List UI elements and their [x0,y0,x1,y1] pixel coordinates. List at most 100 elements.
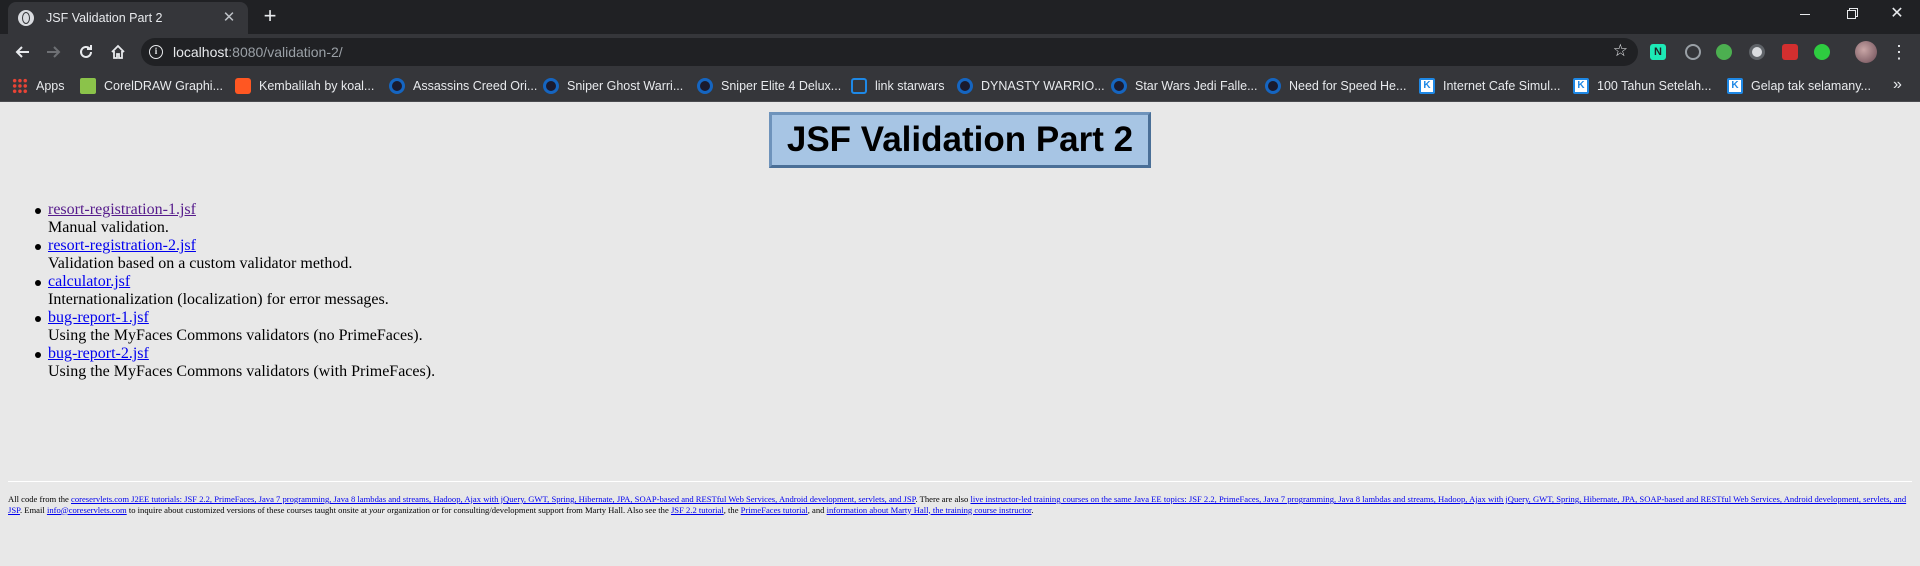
bookmark-label: link starwars [875,79,945,93]
list-item: calculator.jsf Internationalization (loc… [34,273,435,309]
footer-emphasis: your [369,504,385,515]
bookmarks-bar: Apps CorelDRAW Graphi... Kembalilah by k… [0,70,1920,102]
link-icon [851,78,867,94]
bookmark-item[interactable]: Kembalilah by koal... [235,77,374,95]
example-link[interactable]: bug-report-2.jsf [48,345,435,363]
page-favicon-icon [18,10,34,26]
url-host: localhost [173,44,229,60]
minimize-button[interactable] [1782,0,1828,30]
bookmark-item[interactable]: Assassins Creed Ori... [389,77,537,95]
extension-green-icon[interactable] [1716,44,1732,60]
new-tab-button[interactable]: + [258,5,282,29]
k-site-icon: K [1419,78,1435,94]
footer-segment: . Email [19,504,47,515]
bookmark-label: Star Wars Jedi Falle... [1135,79,1258,93]
bookmark-item[interactable]: Need for Speed He... [1265,77,1406,95]
example-description: Validation based on a custom validator m… [48,255,353,272]
example-link[interactable]: bug-report-1.jsf [48,309,435,327]
bookmark-item[interactable]: CorelDRAW Graphi... [80,77,223,95]
list-item: resort-registration-2.jsf Validation bas… [34,237,435,273]
footer-divider [8,481,1912,482]
k-site-icon: K [1573,78,1589,94]
menu-kebab-icon[interactable]: ⋮ [1890,39,1908,65]
minimize-icon [1800,14,1810,16]
home-button[interactable] [104,38,132,66]
example-description: Internationalization (localization) for … [48,291,389,308]
bookmark-label: DYNASTY WARRIO... [981,79,1105,93]
restore-icon [1846,10,1856,20]
page-title: JSF Validation Part 2 [786,120,1134,159]
example-link[interactable]: resort-registration-2.jsf [48,237,435,255]
arrow-left-icon [15,46,29,58]
list-item: resort-registration-1.jsf Manual validat… [34,201,435,237]
maximize-button[interactable] [1828,0,1874,30]
example-list: resort-registration-1.jsf Manual validat… [34,201,436,381]
bookmark-item[interactable]: DYNASTY WARRIO... [957,77,1105,95]
bookmark-apps[interactable]: Apps [12,77,65,95]
forward-button[interactable] [40,38,68,66]
extension-lime-icon[interactable] [1814,44,1830,60]
bookmarks-overflow-icon[interactable]: » [1893,76,1902,94]
list-item: bug-report-1.jsf Using the MyFaces Commo… [34,309,435,345]
window-close-button[interactable]: ✕ [1874,0,1920,30]
reload-icon [80,45,92,58]
bookmark-item[interactable]: link starwars [851,77,944,95]
game-site-icon [1265,78,1281,94]
bookmark-item[interactable]: K Gelap tak selamany... [1727,77,1871,95]
active-tab[interactable]: JSF Validation Part 2 ✕ [8,2,248,34]
soundcloud-icon [235,78,251,94]
extension-shield-icon[interactable] [1685,44,1701,60]
bookmark-item[interactable]: Sniper Ghost Warri... [543,77,683,95]
footer-link-jsf-tutorial[interactable]: JSF 2.2 tutorial [671,505,724,515]
url-path: :8080/validation-2/ [228,44,343,60]
reload-button[interactable] [72,38,100,66]
bookmark-label: Apps [36,79,65,93]
tab-close-icon[interactable]: ✕ [220,9,238,27]
bookmark-label: Assassins Creed Ori... [413,79,538,93]
url-text[interactable]: localhost:8080/validation-2/ [173,44,343,60]
profile-avatar[interactable] [1855,41,1877,63]
bookmark-item[interactable]: Sniper Elite 4 Delux... [697,77,841,95]
bookmark-star-icon[interactable]: ☆ [1613,41,1628,61]
game-site-icon [543,78,559,94]
bookmark-label: CorelDRAW Graphi... [104,79,224,93]
footer-segment: to inquire about customized versions of … [126,504,370,515]
footer-segment: , and [807,504,827,515]
bookmark-label: Sniper Elite 4 Delux... [721,79,842,93]
page-content: JSF Validation Part 2 resort-registratio… [0,103,1920,566]
example-link[interactable]: resort-registration-1.jsf [48,201,435,219]
footer-link-primefaces-tutorial[interactable]: PrimeFaces tutorial [741,505,808,515]
footer-link-email[interactable]: info@coreservlets.com [47,505,127,515]
game-site-icon [697,78,713,94]
back-button[interactable] [8,38,36,66]
extension-n-icon[interactable]: N [1650,44,1666,60]
game-site-icon [389,78,405,94]
footer-segment: organization or for consulting/developme… [384,504,671,515]
extension-red-icon[interactable] [1782,44,1798,60]
bookmark-item[interactable]: K 100 Tahun Setelah... [1573,77,1711,95]
bookmark-label: Sniper Ghost Warri... [567,79,684,93]
address-bar[interactable]: i localhost:8080/validation-2/ ☆ [141,38,1638,66]
footer-link-tutorials[interactable]: coreservlets.com J2EE tutorials: JSF 2.2… [71,494,915,504]
game-site-icon [1111,78,1127,94]
list-item: bug-report-2.jsf Using the MyFaces Commo… [34,345,436,381]
tab-title: JSF Validation Part 2 [46,11,163,25]
example-description: Manual validation. [48,219,169,236]
apps-grid-icon [12,78,28,94]
site-info-icon[interactable]: i [149,45,163,59]
coreldraw-icon [80,78,96,94]
bookmark-label: Gelap tak selamany... [1751,79,1871,93]
bookmark-label: 100 Tahun Setelah... [1597,79,1712,93]
footer-segment: , the [723,504,741,515]
bookmark-item[interactable]: Star Wars Jedi Falle... [1111,77,1258,95]
bookmark-item[interactable]: K Internet Cafe Simul... [1419,77,1560,95]
example-link[interactable]: calculator.jsf [48,273,435,291]
footer-segment: . There are also [915,494,971,504]
bookmark-label: Internet Cafe Simul... [1443,79,1561,93]
extension-circle-icon[interactable] [1749,44,1765,60]
home-icon [111,44,125,59]
example-description: Using the MyFaces Commons validators (wi… [48,363,436,380]
footer-link-marty-hall[interactable]: information about Marty Hall, the traini… [827,505,1032,515]
game-site-icon [957,78,973,94]
browser-toolbar: i localhost:8080/validation-2/ ☆ N ⋮ [0,34,1920,70]
